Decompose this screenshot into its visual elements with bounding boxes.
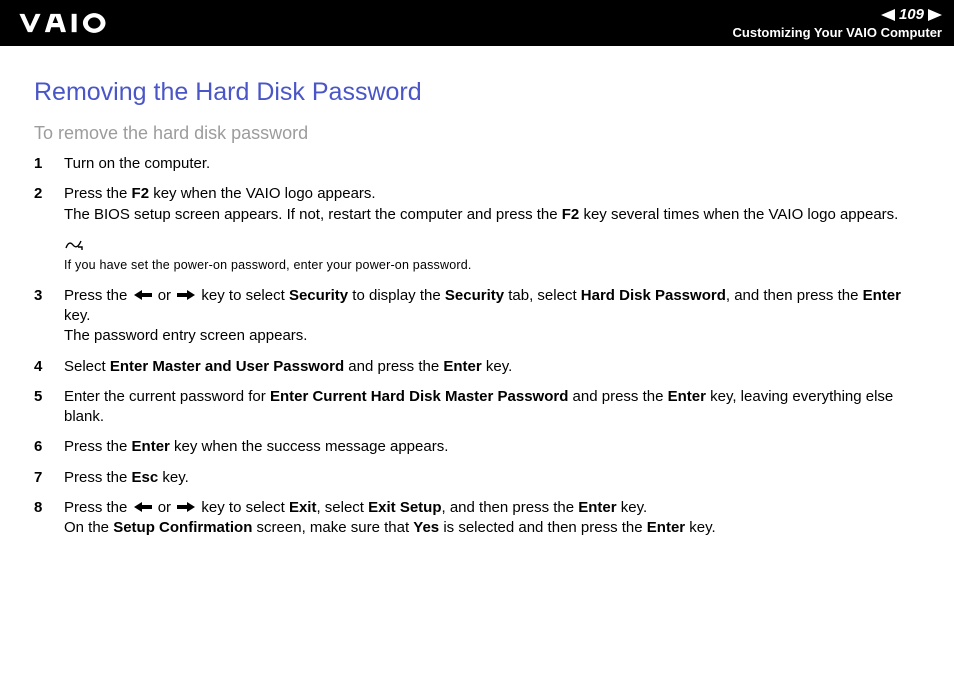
step-3: Press the or key to select Security to d… bbox=[34, 286, 920, 347]
steps-list: Turn on the computer. Press the F2 key w… bbox=[34, 154, 920, 225]
page-number: 109 bbox=[899, 6, 924, 23]
steps-list-cont: Press the or key to select Security to d… bbox=[34, 286, 920, 539]
step-4: Select Enter Master and User Password an… bbox=[34, 357, 920, 377]
prev-page-arrow-icon[interactable] bbox=[881, 9, 895, 21]
left-arrow-icon bbox=[134, 286, 152, 306]
note-icon bbox=[64, 237, 84, 256]
step-1: Turn on the computer. bbox=[34, 154, 920, 174]
next-page-arrow-icon[interactable] bbox=[928, 9, 942, 21]
vaio-logo bbox=[18, 9, 138, 37]
header-right: 109 Customizing Your VAIO Computer bbox=[733, 6, 942, 40]
page-nav: 109 bbox=[881, 6, 942, 23]
step-8: Press the or key to select Exit, select … bbox=[34, 498, 920, 539]
step-5: Enter the current password for Enter Cur… bbox=[34, 387, 920, 428]
content: Removing the Hard Disk Password To remov… bbox=[0, 46, 954, 538]
breadcrumb: Customizing Your VAIO Computer bbox=[733, 25, 942, 40]
left-arrow-icon bbox=[134, 498, 152, 518]
step-2: Press the F2 key when the VAIO logo appe… bbox=[34, 184, 920, 225]
note-block: If you have set the power-on password, e… bbox=[64, 237, 920, 272]
right-arrow-icon bbox=[177, 498, 195, 518]
note-text: If you have set the power-on password, e… bbox=[64, 258, 920, 272]
step-6: Press the Enter key when the success mes… bbox=[34, 437, 920, 457]
step-1-text: Turn on the computer. bbox=[64, 155, 210, 172]
step-7: Press the Esc key. bbox=[34, 468, 920, 488]
page-title: Removing the Hard Disk Password bbox=[34, 78, 920, 107]
right-arrow-icon bbox=[177, 286, 195, 306]
section-subtitle: To remove the hard disk password bbox=[34, 123, 920, 144]
page-header: 109 Customizing Your VAIO Computer bbox=[0, 0, 954, 46]
